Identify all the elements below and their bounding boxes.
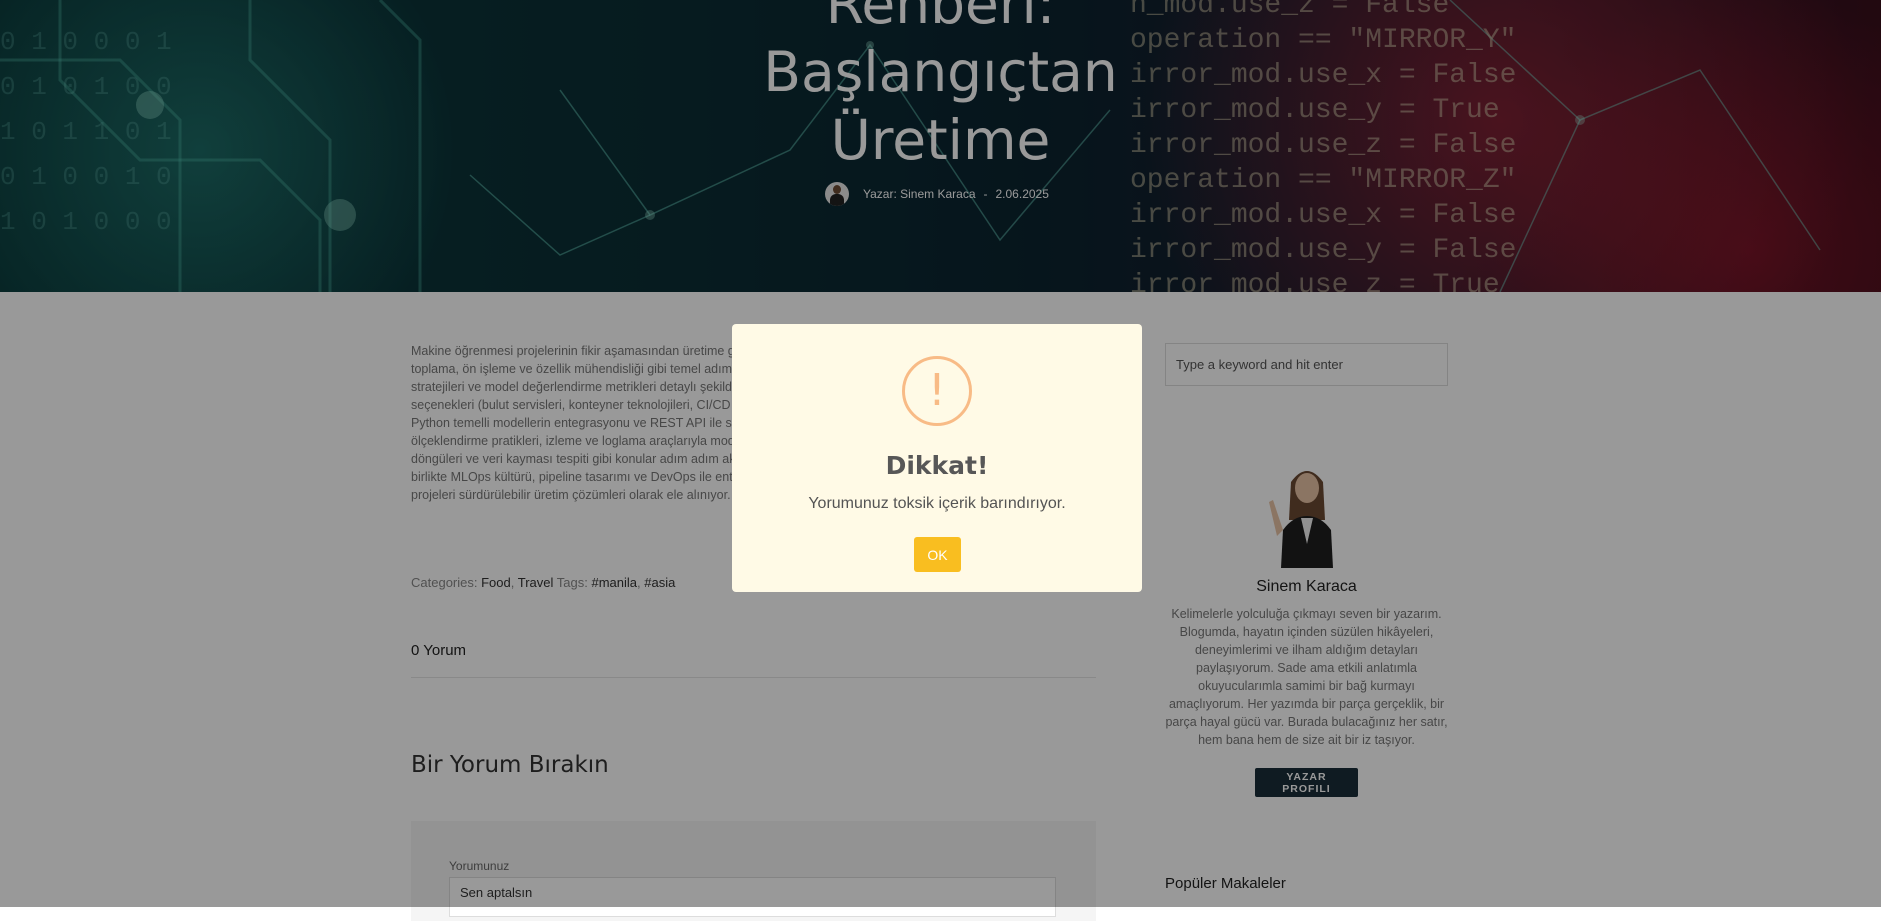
ok-button[interactable]: OK [914,537,961,572]
dialog-message: Yorumunuz toksik içerik barındırıyor. [808,495,1066,512]
alert-dialog: ! Dikkat! Yorumunuz toksik içerik barınd… [732,324,1142,592]
warning-icon: ! [902,356,972,426]
dialog-title: Dikkat! [885,451,989,480]
